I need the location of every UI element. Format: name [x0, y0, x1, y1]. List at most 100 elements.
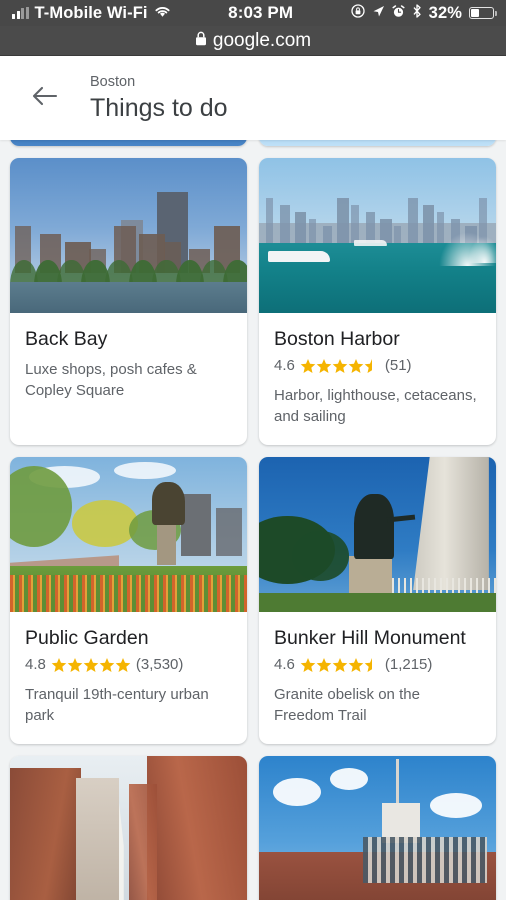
clock-label: 8:03 PM — [228, 3, 294, 22]
photo-layer — [330, 768, 368, 791]
place-photo — [10, 140, 247, 146]
photo-layer — [152, 481, 186, 526]
place-card[interactable] — [10, 140, 247, 146]
place-description: Harbor, lighthouse, cetaceans, and saili… — [274, 387, 477, 425]
photo-layer — [10, 574, 247, 612]
photo-layer — [266, 198, 274, 244]
place-description: Granite obelisk on the Freedom Trail — [274, 686, 420, 724]
place-card[interactable]: Back Bay Luxe shops, posh cafes & Copley … — [10, 158, 247, 445]
breadcrumb: Boston — [90, 73, 136, 90]
photo-layer — [467, 235, 496, 264]
results-row: Public Garden 4.8 (3,530) Tranquil 19th-cen… — [10, 457, 496, 744]
photo-layer — [259, 140, 496, 146]
photo-layer — [365, 212, 376, 244]
place-photo — [259, 140, 496, 146]
results-list[interactable]: Back Bay Luxe shops, posh cafes & Copley … — [0, 140, 506, 900]
page-title: Things to do — [90, 93, 228, 122]
photo-layer — [273, 777, 321, 806]
photo-layer — [308, 219, 316, 244]
photo-layer — [114, 461, 176, 479]
place-title: Back Bay — [25, 328, 108, 350]
photo-layer — [156, 522, 176, 566]
url-domain-label: google.com — [212, 29, 312, 51]
star-rating-icon — [51, 657, 131, 673]
photo-layer — [353, 240, 387, 247]
place-info: Bunker Hill Monument 4.6 (1,215) Granite ob… — [259, 612, 496, 744]
browser-url-bar[interactable]: google.com — [0, 26, 506, 56]
place-title: Boston Harbor — [274, 328, 400, 350]
place-photo — [259, 457, 496, 612]
bluetooth-icon — [412, 3, 422, 23]
results-row — [10, 756, 496, 900]
rating-row: 4.6 (1,215) — [274, 655, 481, 675]
photo-layer — [351, 205, 359, 244]
place-title: Bunker Hill Monument — [274, 627, 466, 649]
review-count: (3,530) — [135, 656, 184, 673]
photo-layer — [353, 494, 395, 560]
photo-layer — [280, 205, 290, 244]
star-rating-icon — [300, 657, 380, 673]
header-text-block: Boston Things to do — [90, 74, 228, 123]
photo-layer — [396, 759, 399, 806]
photo-layer — [128, 783, 157, 900]
place-info: Public Garden 4.8 (3,530) Tranquil 19th-cen… — [10, 612, 247, 744]
place-card[interactable]: Public Garden 4.8 (3,530) Tranquil 19th-cen… — [10, 457, 247, 744]
location-arrow-icon — [372, 3, 385, 23]
place-card[interactable] — [10, 756, 247, 900]
status-bar-left: T-Mobile Wi-Fi — [12, 3, 171, 23]
wifi-icon — [154, 3, 171, 23]
rating-value: 4.8 — [25, 656, 46, 673]
photo-layer — [71, 500, 138, 547]
place-photo — [10, 756, 247, 900]
photo-layer — [292, 531, 350, 581]
review-count: (51) — [384, 357, 412, 374]
rating-row: 4.8 (3,530) — [25, 655, 232, 675]
place-card[interactable]: Bunker Hill Monument 4.6 (1,215) Granite ob… — [259, 457, 496, 744]
photo-layer — [408, 198, 418, 244]
star-rating-icon — [300, 358, 380, 374]
place-description: Luxe shops, posh cafes & Copley Square — [25, 361, 197, 399]
place-card[interactable]: Boston Harbor 4.6 (51) Harbor, lighthouse, … — [259, 158, 496, 445]
battery-percent-label: 32% — [428, 3, 462, 22]
rating-row: 4.6 (51) — [274, 356, 481, 376]
results-row: Back Bay Luxe shops, posh cafes & Copley … — [10, 158, 496, 445]
carrier-label: T-Mobile Wi-Fi — [34, 3, 148, 22]
place-info: Back Bay Luxe shops, posh cafes & Copley … — [10, 313, 247, 419]
photo-layer — [216, 508, 243, 557]
place-photo — [259, 756, 496, 900]
place-description: Tranquil 19th-century urban park — [25, 686, 209, 724]
rating-value: 4.6 — [274, 357, 295, 374]
review-count: (1,215) — [384, 656, 433, 673]
photo-layer — [294, 212, 307, 244]
back-button[interactable] — [22, 76, 66, 120]
place-photo — [259, 158, 496, 313]
photo-layer — [76, 777, 120, 900]
battery-icon — [469, 7, 497, 19]
photo-layer — [394, 226, 402, 244]
photo-layer — [337, 198, 350, 244]
place-photo — [10, 158, 247, 313]
photo-layer — [259, 593, 496, 612]
place-card[interactable] — [259, 756, 496, 900]
alarm-clock-icon — [392, 3, 405, 23]
signal-bars-icon — [12, 7, 29, 19]
photo-layer — [147, 756, 247, 900]
place-card[interactable] — [259, 140, 496, 146]
photo-layer — [363, 836, 487, 884]
photo-layer — [429, 793, 482, 818]
photo-layer — [268, 251, 331, 262]
results-row — [10, 140, 496, 146]
back-arrow-icon — [31, 85, 58, 112]
photo-layer — [10, 282, 247, 313]
rating-value: 4.6 — [274, 656, 295, 673]
rotation-lock-icon — [351, 3, 365, 23]
photo-layer — [180, 494, 212, 557]
ios-status-bar: T-Mobile Wi-Fi 8:03 PM 32% — [0, 0, 506, 26]
place-photo — [10, 457, 247, 612]
place-info: Boston Harbor 4.6 (51) Harbor, lighthouse, … — [259, 313, 496, 445]
lock-icon — [195, 30, 207, 52]
page-header: Boston Things to do — [0, 56, 506, 140]
photo-layer — [10, 140, 247, 146]
photo-layer — [422, 205, 435, 244]
photo-layer — [10, 768, 82, 900]
